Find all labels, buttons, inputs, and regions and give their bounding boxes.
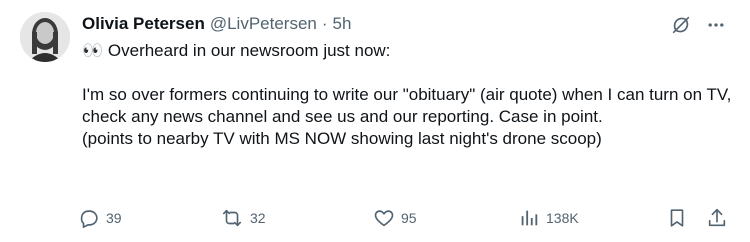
grok-icon[interactable]	[670, 14, 692, 36]
avatar[interactable]	[20, 12, 70, 62]
tweet-header: Olivia Petersen @LivPetersen · 5h	[82, 13, 351, 35]
view-count: 138K	[546, 210, 579, 226]
bookmark-button[interactable]	[666, 207, 688, 229]
author-handle[interactable]: @LivPetersen	[210, 14, 317, 34]
like-count: 95	[401, 210, 417, 226]
views-icon	[521, 210, 538, 226]
top-actions	[670, 14, 726, 36]
like-button[interactable]: 95	[373, 207, 417, 229]
share-icon	[708, 208, 726, 227]
separator: ·	[321, 14, 328, 33]
reply-count: 39	[106, 210, 122, 226]
share-button[interactable]	[706, 207, 728, 229]
bookmark-icon	[670, 209, 684, 227]
reply-icon	[80, 210, 98, 228]
heart-icon	[374, 210, 394, 227]
tweet-text: 👀 Overheard in our newsroom just now: I'…	[82, 41, 732, 148]
reply-button[interactable]: 39	[78, 207, 122, 229]
more-icon[interactable]	[706, 15, 726, 35]
author-name[interactable]: Olivia Petersen	[82, 14, 205, 34]
repost-button[interactable]: 32	[220, 207, 266, 229]
timestamp[interactable]: 5h	[333, 14, 352, 34]
action-bar: 39 32 95 138K	[78, 204, 728, 232]
tweet-card: Olivia Petersen @LivPetersen · 5h 👀 Over…	[0, 0, 750, 242]
repost-count: 32	[250, 210, 266, 226]
views-button[interactable]: 138K	[518, 207, 579, 229]
repost-icon	[222, 209, 242, 227]
